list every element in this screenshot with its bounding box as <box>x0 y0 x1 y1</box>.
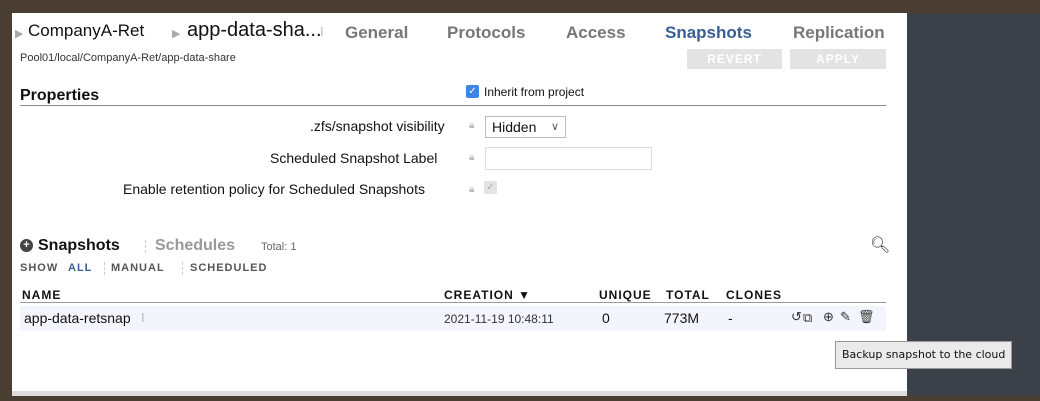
tab-general[interactable]: General <box>345 23 408 43</box>
tab-snapshots[interactable]: Snapshots <box>665 23 752 43</box>
lock-icon: 🔒︎ <box>469 152 475 163</box>
inherit-label: Inherit from project <box>484 85 585 99</box>
visibility-label: .zfs/snapshot visibility <box>310 118 445 134</box>
tab-access[interactable]: Access <box>566 23 626 43</box>
col-creation[interactable]: CREATION ▼ <box>444 288 531 302</box>
breadcrumb-project[interactable]: CompanyA-Ret <box>28 21 144 41</box>
filter-manual[interactable]: MANUAL <box>111 262 165 274</box>
separator <box>182 262 184 275</box>
header: ▶ CompanyA-Ret ▶ app-data-sha... I Gener… <box>15 19 895 45</box>
rollback-icon[interactable]: ↺ <box>791 309 802 325</box>
retention-label: Enable retention policy for Scheduled Sn… <box>123 181 425 197</box>
divider <box>20 302 886 303</box>
trash-icon[interactable]: 🗑︎ <box>858 309 875 325</box>
tab-replication[interactable]: Replication <box>793 23 885 43</box>
tab-protocols[interactable]: Protocols <box>447 23 525 43</box>
add-snapshot-icon[interactable]: + <box>20 239 33 252</box>
retention-checkbox[interactable]: ✓ <box>484 181 497 194</box>
share-panel: ▶ CompanyA-Ret ▶ app-data-sha... I Gener… <box>12 13 907 396</box>
snapshot-creation: 2021-11-19 10:48:11 <box>444 312 554 326</box>
inherit-checkbox[interactable]: ✓ <box>466 85 479 98</box>
tooltip: Backup snapshot to the cloud <box>835 341 1013 369</box>
filter-all[interactable]: ALL <box>68 262 92 274</box>
separator <box>145 240 147 253</box>
filter-scheduled[interactable]: SCHEDULED <box>190 262 267 274</box>
breadcrumb-arrow-icon: ▶ <box>172 28 181 40</box>
rename-cursor-icon[interactable]: I <box>141 310 145 325</box>
snapshots-subtab[interactable]: Snapshots <box>38 237 120 255</box>
clone-icon[interactable]: ⧉ <box>803 310 812 326</box>
scheduled-label-input[interactable] <box>485 147 652 170</box>
col-name[interactable]: NAME <box>22 288 61 302</box>
schedules-subtab[interactable]: Schedules <box>155 237 235 255</box>
cloud-backup-icon[interactable]: ⊕ <box>823 309 834 325</box>
snapshot-unique: 0 <box>602 310 610 326</box>
snapshot-name: app-data-retsnap <box>24 310 131 326</box>
show-label: SHOW <box>20 262 59 274</box>
right-dark-panel <box>907 13 1040 396</box>
snapshot-total: 773M <box>664 310 700 326</box>
visibility-select[interactable]: Hidden ∨ <box>485 116 566 138</box>
chevron-down-icon: ∨ <box>550 121 559 133</box>
revert-button[interactable]: REVERT <box>687 49 782 69</box>
snapshot-clones: - <box>728 310 733 326</box>
breadcrumb-share[interactable]: app-data-sha... <box>187 19 322 42</box>
total-count: Total: 1 <box>261 241 297 253</box>
breadcrumb-arrow-icon: ▶ <box>15 28 24 40</box>
col-clones[interactable]: CLONES <box>726 288 782 302</box>
col-total[interactable]: TOTAL <box>666 288 710 302</box>
visibility-value: Hidden <box>492 119 537 135</box>
separator <box>104 262 106 275</box>
col-unique[interactable]: UNIQUE <box>599 288 652 302</box>
rename-cursor-icon[interactable]: I <box>320 24 324 39</box>
share-path: Pool01/local/CompanyA-Ret/app-data-share <box>20 52 236 64</box>
divider <box>20 105 886 106</box>
search-icon[interactable]: 🔍︎ <box>870 235 890 255</box>
scheduled-label-label: Scheduled Snapshot Label <box>270 150 438 166</box>
lock-icon: 🔒︎ <box>469 184 475 195</box>
lock-icon: 🔒︎ <box>469 120 475 131</box>
apply-button[interactable]: APPLY <box>790 49 886 69</box>
pencil-icon[interactable]: ✎ <box>840 309 851 325</box>
properties-title: Properties <box>20 87 100 104</box>
